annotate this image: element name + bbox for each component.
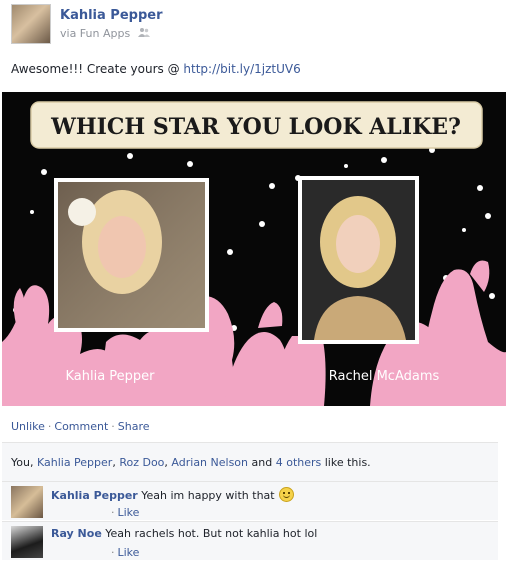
post-text-prefix: Awesome!!! Create yours @ — [11, 62, 180, 76]
likes-prefix: You, — [11, 456, 34, 469]
comment-like-link[interactable]: Like — [118, 506, 140, 519]
likes-others-link[interactable]: 4 others — [276, 456, 322, 469]
post-link[interactable]: http://bit.ly/1jztUV6 — [183, 62, 300, 76]
author-name[interactable]: Kahlia Pepper — [60, 8, 163, 23]
comment-like: · Like — [111, 546, 139, 559]
likes-and: and — [251, 456, 273, 469]
like-dot: · — [111, 546, 115, 559]
people-icon — [137, 27, 150, 40]
commenter-name[interactable]: Ray Noe — [51, 527, 102, 540]
liker-name[interactable]: Adrian Nelson — [171, 456, 248, 469]
comment-like-link[interactable]: Like — [118, 546, 140, 559]
comment-text: Yeah rachels hot. But not kahlia hot lol — [105, 527, 318, 540]
image-title: WHICH STAR YOU LOOK ALIKE? — [50, 114, 461, 140]
liker-name[interactable]: Kahlia Pepper — [37, 456, 112, 469]
liker-name[interactable]: Roz Doo — [119, 456, 164, 469]
share-link[interactable]: Share — [118, 420, 150, 433]
via-app-link[interactable]: via Fun Apps — [60, 27, 130, 40]
comment-like: · Like — [111, 506, 139, 519]
comment-item: Kahlia Pepper Yeah im happy with that · L… — [2, 481, 498, 520]
post-text: Awesome!!! Create yours @ http://bit.ly/… — [11, 62, 301, 76]
comment-body: Ray Noe Yeah rachels hot. But not kahlia… — [51, 527, 317, 540]
action-separator: · — [47, 420, 52, 433]
via-app: via Fun Apps — [60, 27, 150, 40]
likes-box: You, Kahlia Pepper, Roz Doo, Adrian Nels… — [2, 442, 498, 481]
left-photo — [54, 178, 209, 332]
post-actions: Unlike · Comment · Share — [11, 420, 150, 433]
like-dot: · — [111, 506, 115, 519]
author-avatar[interactable] — [11, 4, 51, 44]
commenter-avatar[interactable] — [11, 486, 43, 518]
comment-text: Yeah im happy with that — [141, 489, 275, 502]
likes-suffix: like this. — [324, 456, 371, 469]
comment-link[interactable]: Comment — [54, 420, 108, 433]
commenter-avatar[interactable] — [11, 526, 43, 558]
action-separator: · — [111, 420, 115, 433]
right-photo — [298, 176, 419, 344]
smiley-icon — [278, 487, 294, 502]
post-image[interactable]: WHICH STAR YOU LOOK ALIKE? Kahlia Pepper — [2, 92, 506, 406]
comment-item: Ray Noe Yeah rachels hot. But not kahlia… — [2, 521, 498, 560]
commenter-name[interactable]: Kahlia Pepper — [51, 489, 138, 502]
comment-body: Kahlia Pepper Yeah im happy with that — [51, 487, 294, 502]
unlike-link[interactable]: Unlike — [11, 420, 45, 433]
left-caption: Kahlia Pepper — [65, 369, 155, 384]
likes-sentence: You, Kahlia Pepper, Roz Doo, Adrian Nels… — [11, 456, 371, 469]
right-caption: Rachel McAdams — [329, 369, 440, 384]
